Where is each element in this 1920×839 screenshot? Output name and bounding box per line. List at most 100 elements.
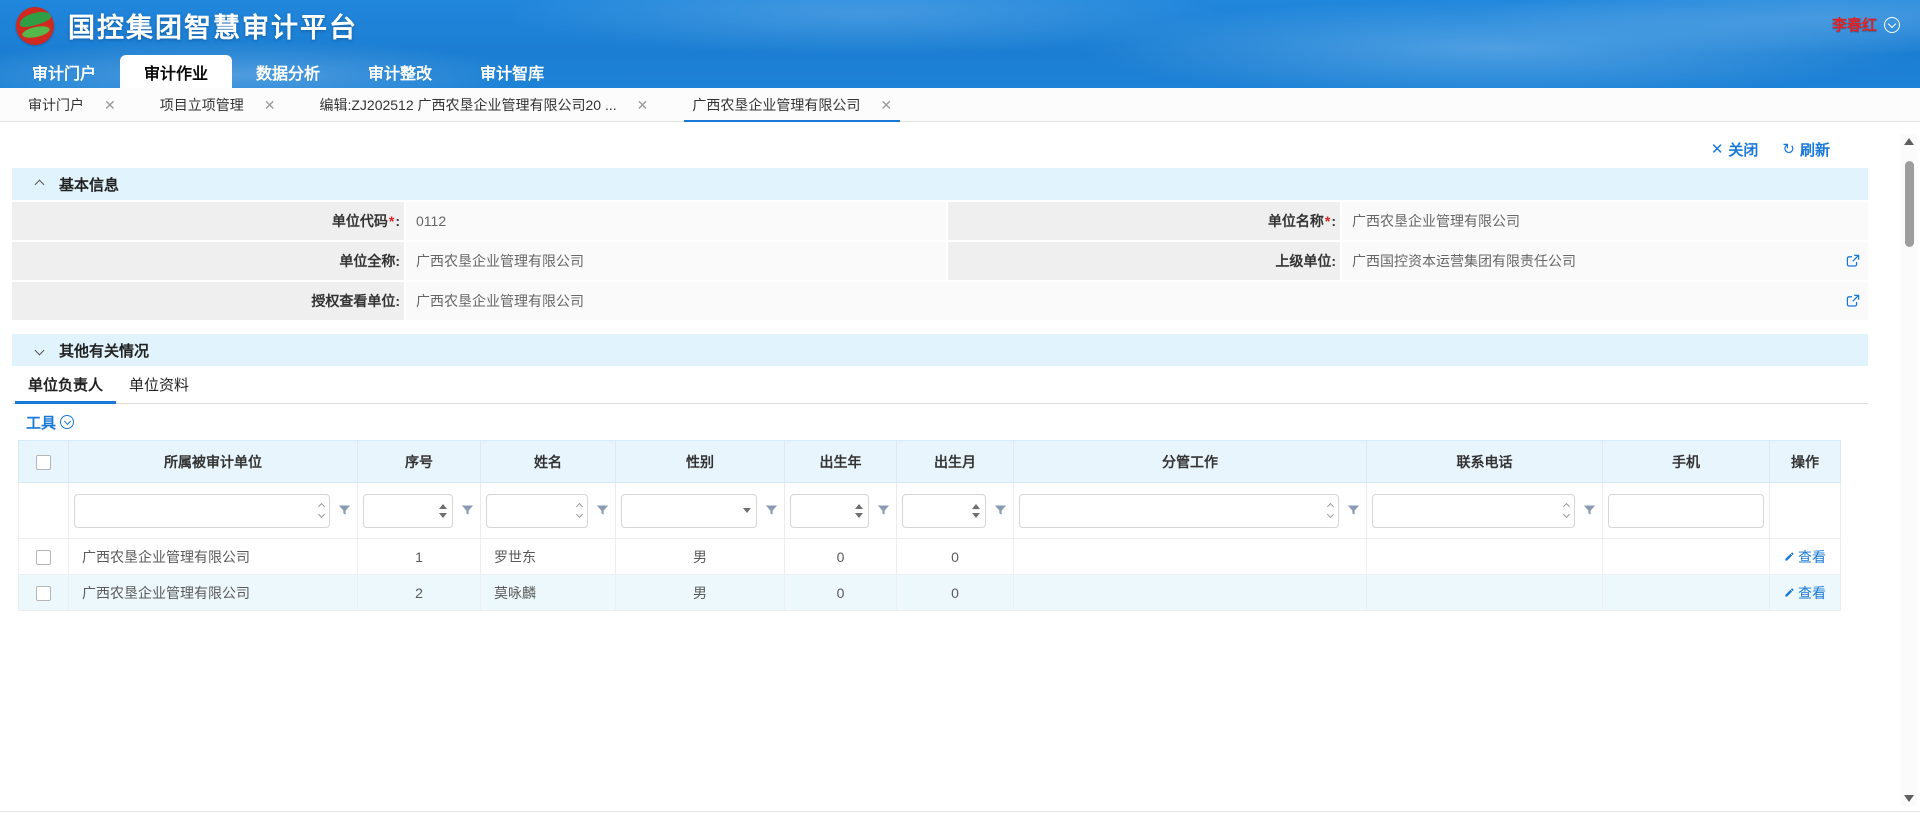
collapse-down-icon	[35, 345, 45, 355]
filter-birth-year-input[interactable]	[797, 503, 855, 518]
filter-seq-cell	[358, 483, 481, 539]
page-tab-audit-portal[interactable]: 审计门户 ✕	[6, 88, 138, 121]
col-header-birth-month[interactable]: 出生月	[897, 441, 1014, 483]
unit-fullname-field[interactable]: 广西农垦企业管理有限公司	[406, 242, 946, 280]
filter-funnel-icon[interactable]	[764, 503, 779, 518]
spinner-arrows-icon[interactable]	[855, 504, 863, 518]
view-button[interactable]: 查看	[1784, 583, 1826, 603]
filter-funnel-icon[interactable]	[595, 503, 610, 518]
other-info-tabs: 单位负责人 单位资料	[12, 366, 1868, 404]
view-button[interactable]: 查看	[1784, 547, 1826, 567]
cell-birth-month: 0	[897, 575, 1014, 611]
external-link-icon[interactable]	[1846, 254, 1860, 268]
nav-item-audit-portal[interactable]: 审计门户	[8, 55, 120, 88]
filter-name-input[interactable]	[493, 503, 577, 518]
view-label: 查看	[1798, 583, 1826, 603]
cell-duty	[1014, 575, 1367, 611]
basic-info-section: 基本信息 单位代码*: 0112 单位名称*: 广西农垦企业管理有限公司 单位全…	[12, 168, 1868, 320]
combo-arrows-icon[interactable]	[319, 504, 324, 517]
filter-duty-input[interactable]	[1026, 503, 1328, 518]
filter-funnel-icon[interactable]	[460, 503, 475, 518]
col-header-tel[interactable]: 联系电话	[1367, 441, 1603, 483]
filter-funnel-icon[interactable]	[1582, 503, 1597, 518]
basic-info-header[interactable]: 基本信息	[12, 168, 1868, 200]
close-icon[interactable]: ✕	[637, 98, 649, 112]
filter-birth-month-input[interactable]	[909, 503, 972, 518]
filter-gender-select[interactable]	[628, 503, 743, 518]
filter-mobile-input[interactable]	[1615, 503, 1758, 518]
open-tabs-bar: 审计门户 ✕ 项目立项管理 ✕ 编辑:ZJ202512 广西农垦企业管理有限公司…	[0, 88, 1920, 122]
tools-label: 工具	[26, 412, 56, 433]
unit-code-field[interactable]: 0112	[406, 202, 946, 240]
vertical-scrollbar[interactable]	[1901, 134, 1917, 806]
page-tab-edit-project[interactable]: 编辑:ZJ202512 广西农垦企业管理有限公司20 ... ✕	[297, 88, 670, 121]
tools-menu-button[interactable]: 工具	[26, 412, 74, 433]
cell-seq: 1	[358, 539, 481, 575]
close-page-button[interactable]: ✕ 关闭	[1711, 139, 1759, 160]
spinner-arrows-icon[interactable]	[439, 504, 447, 518]
filter-mobile-cell	[1603, 483, 1770, 539]
filter-gender-cell	[616, 483, 785, 539]
page-tab-unit-detail[interactable]: 广西农垦企业管理有限公司 ✕	[670, 88, 914, 121]
cell-birth-year: 0	[785, 575, 897, 611]
col-header-seq[interactable]: 序号	[358, 441, 481, 483]
table-toolbar: 工具	[12, 404, 1868, 440]
filter-funnel-icon[interactable]	[1346, 503, 1361, 518]
parent-unit-value: 广西国控资本运营集团有限责任公司	[1352, 251, 1576, 271]
field-label-unit-code: 单位代码*:	[12, 202, 404, 240]
filter-unit-input[interactable]	[81, 503, 319, 518]
cell-seq: 2	[358, 575, 481, 611]
page-actions: ✕ 关闭 ↻ 刷新	[0, 122, 1920, 168]
col-header-mobile[interactable]: 手机	[1603, 441, 1770, 483]
tab-unit-leaders[interactable]: 单位负责人	[15, 366, 116, 403]
parent-unit-field[interactable]: 广西国控资本运营集团有限责任公司	[1342, 242, 1868, 280]
filter-seq-input[interactable]	[370, 503, 439, 518]
col-header-gender[interactable]: 性别	[616, 441, 785, 483]
nav-item-audit-rectify[interactable]: 审计整改	[344, 55, 456, 88]
nav-item-audit-library[interactable]: 审计智库	[456, 55, 568, 88]
col-header-birth-year[interactable]: 出生年	[785, 441, 897, 483]
row-checkbox[interactable]	[36, 550, 51, 565]
combo-arrows-icon[interactable]	[1564, 504, 1569, 517]
filter-funnel-icon[interactable]	[876, 503, 891, 518]
filter-funnel-icon[interactable]	[993, 503, 1008, 518]
scroll-down-icon[interactable]	[1904, 795, 1914, 802]
select-all-checkbox[interactable]	[36, 455, 51, 470]
table-row[interactable]: 广西农垦企业管理有限公司 1 罗世东 男 0 0 查看	[19, 539, 1841, 575]
dropdown-arrow-icon[interactable]	[743, 508, 751, 513]
scroll-up-icon[interactable]	[1904, 138, 1914, 145]
section-title: 其他有关情况	[59, 340, 149, 361]
external-link-icon[interactable]	[1846, 294, 1860, 308]
auth-view-unit-field[interactable]: 广西农垦企业管理有限公司	[406, 282, 1868, 320]
table-row[interactable]: 广西农垦企业管理有限公司 2 莫咏麟 男 0 0 查看	[19, 575, 1841, 611]
user-menu[interactable]: 李春红	[1832, 14, 1900, 35]
row-select-cell	[19, 539, 69, 575]
close-icon[interactable]: ✕	[880, 98, 892, 112]
table-filter-row	[19, 483, 1841, 539]
col-header-unit[interactable]: 所属被审计单位	[69, 441, 358, 483]
close-icon[interactable]: ✕	[104, 98, 116, 112]
combo-arrows-icon[interactable]	[577, 504, 582, 517]
row-checkbox[interactable]	[36, 586, 51, 601]
col-header-name[interactable]: 姓名	[481, 441, 616, 483]
cell-action: 查看	[1770, 575, 1841, 611]
other-info-header[interactable]: 其他有关情况	[12, 334, 1868, 366]
unit-name-field[interactable]: 广西农垦企业管理有限公司	[1342, 202, 1868, 240]
page-tab-project-mgmt[interactable]: 项目立项管理 ✕	[138, 88, 298, 121]
scrollbar-thumb[interactable]	[1905, 161, 1914, 247]
refresh-page-button[interactable]: ↻ 刷新	[1782, 139, 1830, 160]
filter-funnel-icon[interactable]	[337, 503, 352, 518]
tab-unit-documents[interactable]: 单位资料	[116, 366, 202, 403]
close-page-label: 关闭	[1728, 139, 1758, 160]
filter-birth-month-cell	[897, 483, 1014, 539]
col-header-duty[interactable]: 分管工作	[1014, 441, 1367, 483]
nav-item-audit-work[interactable]: 审计作业	[120, 55, 232, 88]
refresh-page-label: 刷新	[1800, 139, 1830, 160]
nav-item-data-analysis[interactable]: 数据分析	[232, 55, 344, 88]
filter-tel-input[interactable]	[1379, 503, 1564, 518]
spinner-arrows-icon[interactable]	[972, 504, 980, 518]
unit-fullname-value: 广西农垦企业管理有限公司	[416, 251, 584, 271]
combo-arrows-icon[interactable]	[1328, 504, 1333, 517]
table-header-row: 所属被审计单位 序号 姓名 性别 出生年 出生月 分管工作 联系电话 手机 操作	[19, 441, 1841, 483]
close-icon[interactable]: ✕	[264, 98, 276, 112]
